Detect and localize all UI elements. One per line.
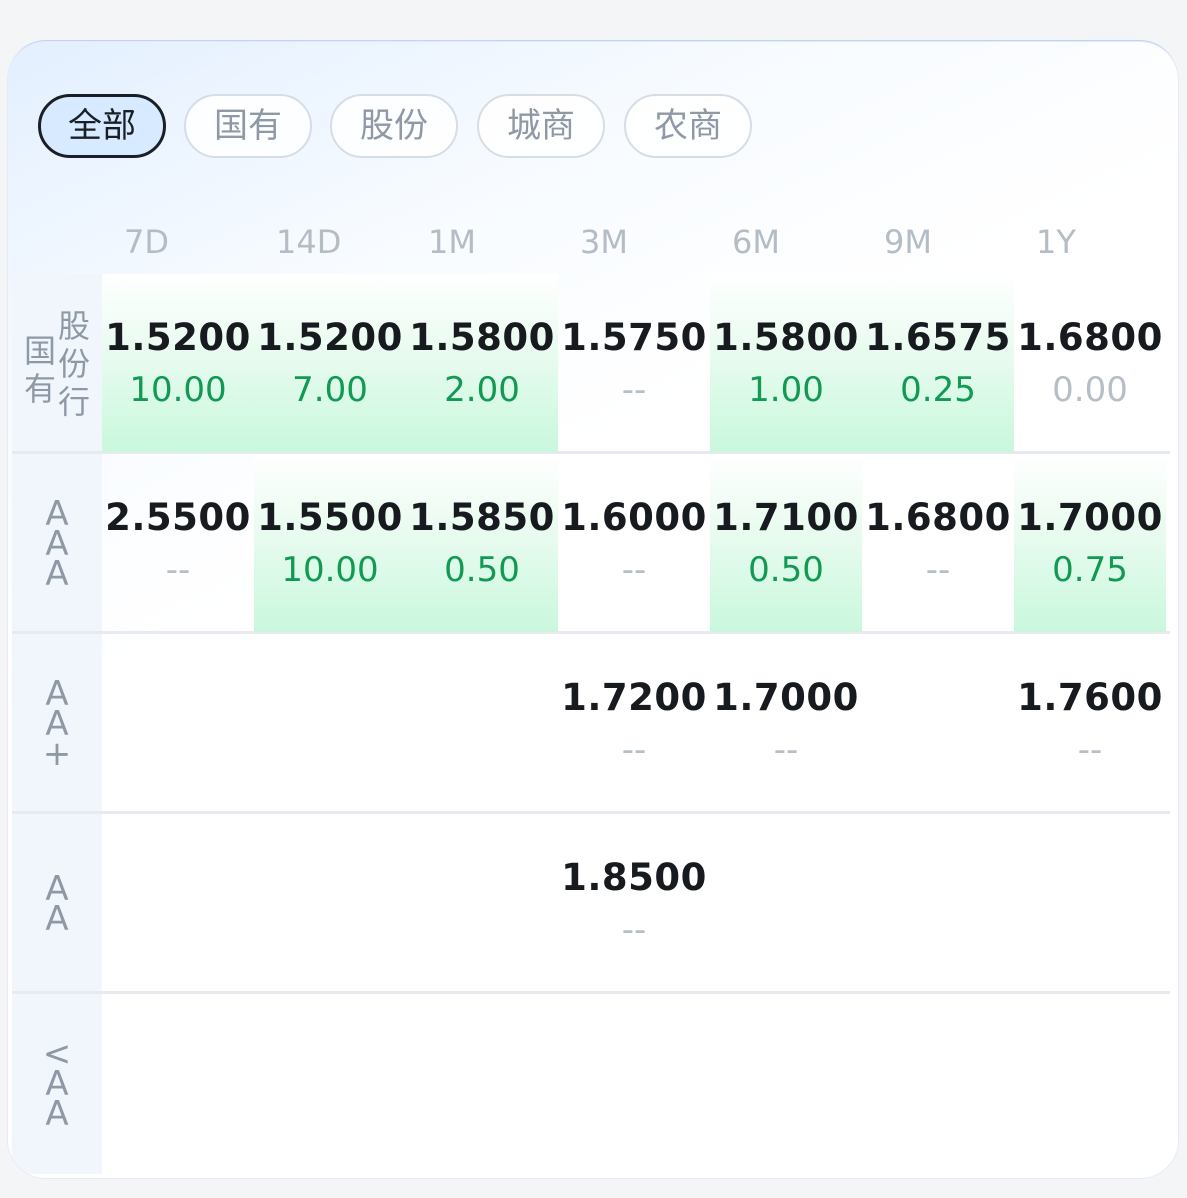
rate-change: -- [621,910,647,950]
filter-chip-state-owned[interactable]: 国有 [184,94,312,158]
rate-change: -- [1077,730,1103,770]
rate-cell [862,814,1014,992]
rate-change: 0.25 [900,370,976,410]
rate-cell[interactable]: 1.5200 7.00 [254,274,406,452]
filter-chip-all[interactable]: 全部 [38,94,166,158]
rate-value: 1.5850 [409,496,555,539]
column-header-6m: 6M [732,223,780,261]
rate-change: -- [165,550,191,590]
row-label-state-joint-stock[interactable]: 国 有 股 份 行 [12,274,102,454]
rate-value: 1.7000 [1017,496,1163,539]
rate-value: 1.7600 [1017,676,1163,719]
rate-value: 1.6800 [1017,316,1163,359]
column-header-7d: 7D [124,223,169,261]
rate-value: 1.6575 [865,316,1011,359]
rate-value: 1.5750 [561,316,707,359]
rate-value: 1.7100 [713,496,859,539]
rate-value: 1.5200 [105,316,251,359]
rate-value: 1.5800 [713,316,859,359]
column-header-9m: 9M [884,223,932,261]
rate-matrix-card: 全部 国有 股份 城商 农商 7D 14D 1M 3M 6M 9M 1Y 国 有… [8,42,1178,1178]
rate-value: 1.5200 [257,316,403,359]
rate-cell[interactable]: 1.7000 -- [710,634,862,812]
rate-value: 2.5500 [105,496,251,539]
rate-cell[interactable]: 2.5500 -- [102,454,254,632]
rate-cell[interactable]: 1.7600 -- [1014,634,1166,812]
row-label-text: A A + [42,674,72,774]
rate-cell[interactable]: 1.8500 -- [558,814,710,992]
row-label-text: A A A [45,494,69,594]
rate-cell[interactable]: 1.6800 -- [862,454,1014,632]
column-header-1m: 1M [428,223,476,261]
rate-change: 0.50 [444,550,520,590]
rate-cell [102,814,254,992]
rate-change: 10.00 [281,550,379,590]
filter-chip-rural-commercial[interactable]: 农商 [624,94,752,158]
rate-cell[interactable]: 1.5850 0.50 [406,454,558,632]
rate-change: -- [773,730,799,770]
rate-value: 1.8500 [561,856,707,899]
rate-change: 0.00 [1052,370,1128,410]
rate-cell [1014,994,1166,1172]
rate-change: 0.75 [1052,550,1128,590]
column-header-3m: 3M [580,223,628,261]
row-label-part-a: 国 有 [23,332,56,408]
rate-cell [254,994,406,1172]
row-label-aa-plus[interactable]: A A + [12,634,102,814]
rate-cell[interactable]: 1.5500 10.00 [254,454,406,632]
rate-cell [862,634,1014,812]
filter-chip-city-commercial[interactable]: 城商 [477,94,605,158]
column-header-1y: 1Y [1036,223,1076,261]
rate-change: 7.00 [292,370,368,410]
rate-cell [102,994,254,1172]
row-label-aa[interactable]: A A [12,814,102,994]
rate-value: 1.7000 [713,676,859,719]
rate-cell[interactable]: 1.7100 0.50 [710,454,862,632]
rate-cell[interactable]: 1.6575 0.25 [862,274,1014,452]
rate-change: -- [925,550,951,590]
rate-cell [1014,814,1166,992]
rate-cell[interactable]: 1.5800 1.00 [710,274,862,452]
rate-cell [406,994,558,1172]
row-label-below-aa[interactable]: < A A [12,994,102,1174]
rate-cell [710,814,862,992]
rate-cell[interactable]: 1.6800 0.00 [1014,274,1166,452]
rate-cell[interactable]: 1.7200 -- [558,634,710,812]
filter-chip-joint-stock[interactable]: 股份 [330,94,458,158]
rate-cell [406,814,558,992]
rate-cell [406,634,558,812]
rate-change: 10.00 [129,370,227,410]
rate-cell[interactable]: 1.7000 0.75 [1014,454,1166,632]
rate-cell [102,634,254,812]
rate-cell [254,634,406,812]
rate-cell[interactable]: 1.5750 -- [558,274,710,452]
rate-cell [254,814,406,992]
row-label-text: < A A [42,1034,72,1134]
rate-value: 1.6800 [865,496,1011,539]
row-label-text: A A [45,869,69,939]
rate-change: 1.00 [748,370,824,410]
rate-change: -- [621,370,647,410]
rate-cell [862,994,1014,1172]
rate-change: -- [621,730,647,770]
rate-value: 1.6000 [561,496,707,539]
rate-cell[interactable]: 1.6000 -- [558,454,710,632]
rate-value: 1.5500 [257,496,403,539]
row-label-part-b: 股 份 行 [58,307,91,421]
rate-cell [710,994,862,1172]
rate-cell[interactable]: 1.5200 10.00 [102,274,254,452]
rate-cell[interactable]: 1.5800 2.00 [406,274,558,452]
row-label-aaa[interactable]: A A A [12,454,102,634]
rate-cell [558,994,710,1172]
rate-value: 1.7200 [561,676,707,719]
rate-change: -- [621,550,647,590]
rate-change: 0.50 [748,550,824,590]
rate-value: 1.5800 [409,316,555,359]
rate-change: 2.00 [444,370,520,410]
column-header-14d: 14D [276,223,342,261]
